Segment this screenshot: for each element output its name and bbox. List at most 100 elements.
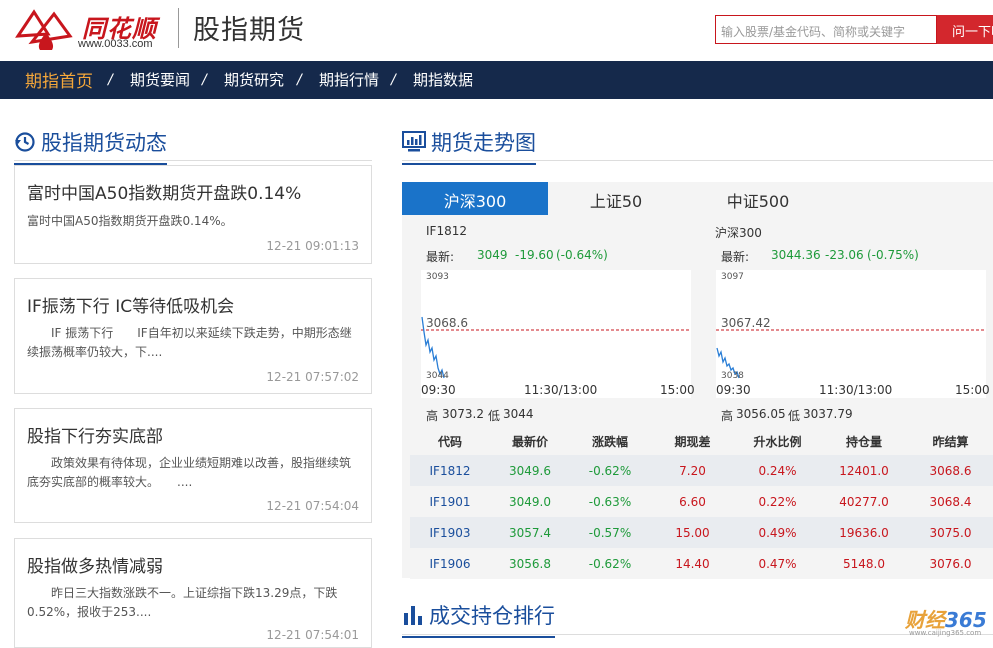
right-intraday-chart[interactable]: 3097 3067.42 3038 <box>716 270 986 398</box>
nav-item-news[interactable]: 期货要闻 <box>130 69 190 90</box>
cell-premium: 0.22% <box>735 486 820 517</box>
cell-prev-settle: 3068.4 <box>908 486 993 517</box>
cell-code[interactable]: IF1906 <box>410 548 490 579</box>
left-high-label: 高 <box>426 409 439 423</box>
cell-premium: 0.24% <box>735 455 820 486</box>
search-button[interactable]: 问一下吧 <box>937 15 993 44</box>
news-time: 12-21 09:01:13 <box>266 239 359 253</box>
nav-item-quotes[interactable]: 期指行情 <box>319 69 379 90</box>
news-summary: IF 振荡下行 IF自年初以来延续下跌走势，中期形态继续振荡概率仍较大，下...… <box>27 326 352 359</box>
cell-latest: 3056.8 <box>490 548 570 579</box>
left-low-label: 低 <box>488 409 501 423</box>
cell-change: -0.57% <box>570 517 650 548</box>
news-card[interactable]: IF振荡下行 IC等待低吸机会 IF 振荡下行 IF自年初以来延续下跌走势，中期… <box>14 278 372 394</box>
site-title: 股指期货 <box>193 15 305 46</box>
tab-sz50[interactable]: 上证50 <box>548 182 684 215</box>
nav-item-data[interactable]: 期指数据 <box>413 69 473 90</box>
tab-zz500[interactable]: 中证500 <box>684 182 832 215</box>
col-header-change[interactable]: 涨跌幅 <box>570 428 650 455</box>
news-summary: 政策效果有待体现，企业业绩短期难以改善，股指继续筑底夯实底部的概率较大。 ...… <box>27 456 352 489</box>
col-header-premium[interactable]: 升水比例 <box>735 428 820 455</box>
cell-code[interactable]: IF1901 <box>410 486 490 517</box>
left-latest-label: 最新: <box>426 250 455 264</box>
right-change: -23.06 <box>825 248 864 262</box>
main-nav: 期指首页 / 期货要闻 / 期货研究 / 期指行情 / 期指数据 <box>0 61 993 99</box>
right-latest-label: 最新: <box>721 250 750 264</box>
cell-latest: 3057.4 <box>490 517 570 548</box>
table-row[interactable]: IF1903 3057.4 -0.57% 15.00 0.49% 19636.0… <box>410 517 993 548</box>
left-time-end: 15:00 <box>660 383 695 397</box>
cell-open-interest: 40277.0 <box>820 486 908 517</box>
news-headline[interactable]: 富时中国A50指数期货开盘跌0.14% <box>27 179 301 204</box>
right-high-label: 高 <box>721 409 734 423</box>
right-time-end: 15:00 <box>955 383 990 397</box>
cell-change: -0.63% <box>570 486 650 517</box>
col-header-prev-settle[interactable]: 昨结算 <box>908 428 993 455</box>
left-chart-mid: 3068.6 <box>426 316 468 330</box>
logo[interactable]: 同花顺 www.0033.com <box>14 6 164 54</box>
news-card[interactable]: 股指做多热情减弱 昨日三大指数涨跌不一。上证综指下跌13.29点，下跌0.52%… <box>14 538 372 648</box>
cell-basis: 6.60 <box>650 486 735 517</box>
right-latest-price: 3044.36 <box>771 248 821 262</box>
left-high: 3073.2 <box>442 407 484 421</box>
right-time-start: 09:30 <box>716 383 751 397</box>
news-card[interactable]: 股指下行夯实底部 政策效果有待体现，企业业绩短期难以改善，股指继续筑底夯实底部的… <box>14 408 372 523</box>
cell-change: -0.62% <box>570 548 650 579</box>
left-chart-top: 3093 <box>426 272 449 282</box>
site-header: 同花顺 www.0033.com 股指期货 输入股票/基金代码、简称或关键字 问… <box>0 0 993 62</box>
news-summary: 富时中国A50指数期货开盘跌0.14%。 <box>27 214 233 228</box>
ranking-section-title: 成交持仓排行 <box>402 600 555 638</box>
news-headline[interactable]: 股指做多热情减弱 <box>27 552 163 577</box>
cell-premium: 0.47% <box>735 548 820 579</box>
col-header-code[interactable]: 代码 <box>410 428 490 455</box>
right-chart-bottom: 3038 <box>721 371 744 381</box>
futures-quotes-table: 代码 最新价 涨跌幅 期现差 升水比例 持仓量 昨结算 IF1812 3049.… <box>410 428 993 579</box>
right-change-pct: (-0.75%) <box>867 248 919 262</box>
cell-latest: 3049.6 <box>490 455 570 486</box>
nav-item-home[interactable]: 期指首页 <box>25 67 93 92</box>
right-time-mid: 11:30/13:00 <box>819 383 893 397</box>
cell-code[interactable]: IF1812 <box>410 455 490 486</box>
nav-separator: / <box>202 72 207 88</box>
tab-hs300[interactable]: 沪深300 <box>402 182 548 215</box>
cell-open-interest: 5148.0 <box>820 548 908 579</box>
right-low-label: 低 <box>788 409 801 423</box>
trend-title-text: 期货走势图 <box>431 131 536 155</box>
right-high: 3056.05 <box>736 407 786 421</box>
search-input[interactable]: 输入股票/基金代码、简称或关键字 <box>715 15 937 44</box>
right-chart-mid: 3067.42 <box>721 316 771 330</box>
cell-code[interactable]: IF1903 <box>410 517 490 548</box>
cell-basis: 7.20 <box>650 455 735 486</box>
news-title-text: 股指期货动态 <box>41 131 167 155</box>
table-row[interactable]: IF1812 3049.6 -0.62% 7.20 0.24% 12401.0 … <box>410 455 993 486</box>
header-divider <box>178 8 179 48</box>
cell-premium: 0.49% <box>735 517 820 548</box>
table-row[interactable]: IF1906 3056.8 -0.62% 14.40 0.47% 5148.0 … <box>410 548 993 579</box>
logo-url: www.0033.com <box>78 38 153 50</box>
cell-prev-settle: 3076.0 <box>908 548 993 579</box>
col-header-latest[interactable]: 最新价 <box>490 428 570 455</box>
watermark-url: www.caijing365.com <box>909 629 982 637</box>
col-header-open-interest[interactable]: 持仓量 <box>820 428 908 455</box>
news-headline[interactable]: IF振荡下行 IC等待低吸机会 <box>27 292 234 317</box>
right-chart-top: 3097 <box>721 272 744 282</box>
news-card[interactable]: 富时中国A50指数期货开盘跌0.14% 富时中国A50指数期货开盘跌0.14%。… <box>14 165 372 264</box>
nav-item-research[interactable]: 期货研究 <box>224 69 284 90</box>
table-row[interactable]: IF1901 3049.0 -0.63% 6.60 0.22% 40277.0 … <box>410 486 993 517</box>
cell-change: -0.62% <box>570 455 650 486</box>
col-header-basis[interactable]: 期现差 <box>650 428 735 455</box>
cell-open-interest: 12401.0 <box>820 455 908 486</box>
nav-separator: / <box>108 72 113 88</box>
cell-latest: 3049.0 <box>490 486 570 517</box>
nav-separator: / <box>391 72 396 88</box>
left-latest-price: 3049 <box>477 248 508 262</box>
news-time: 12-21 07:57:02 <box>266 370 359 384</box>
cell-prev-settle: 3068.6 <box>908 455 993 486</box>
cell-open-interest: 19636.0 <box>820 517 908 548</box>
news-headline[interactable]: 股指下行夯实底部 <box>27 422 163 447</box>
cell-basis: 14.40 <box>650 548 735 579</box>
right-chart-svg <box>716 329 986 379</box>
cell-basis: 15.00 <box>650 517 735 548</box>
left-intraday-chart[interactable]: 3093 3068.6 3044 <box>421 270 691 398</box>
left-change: -19.60 <box>515 248 554 262</box>
